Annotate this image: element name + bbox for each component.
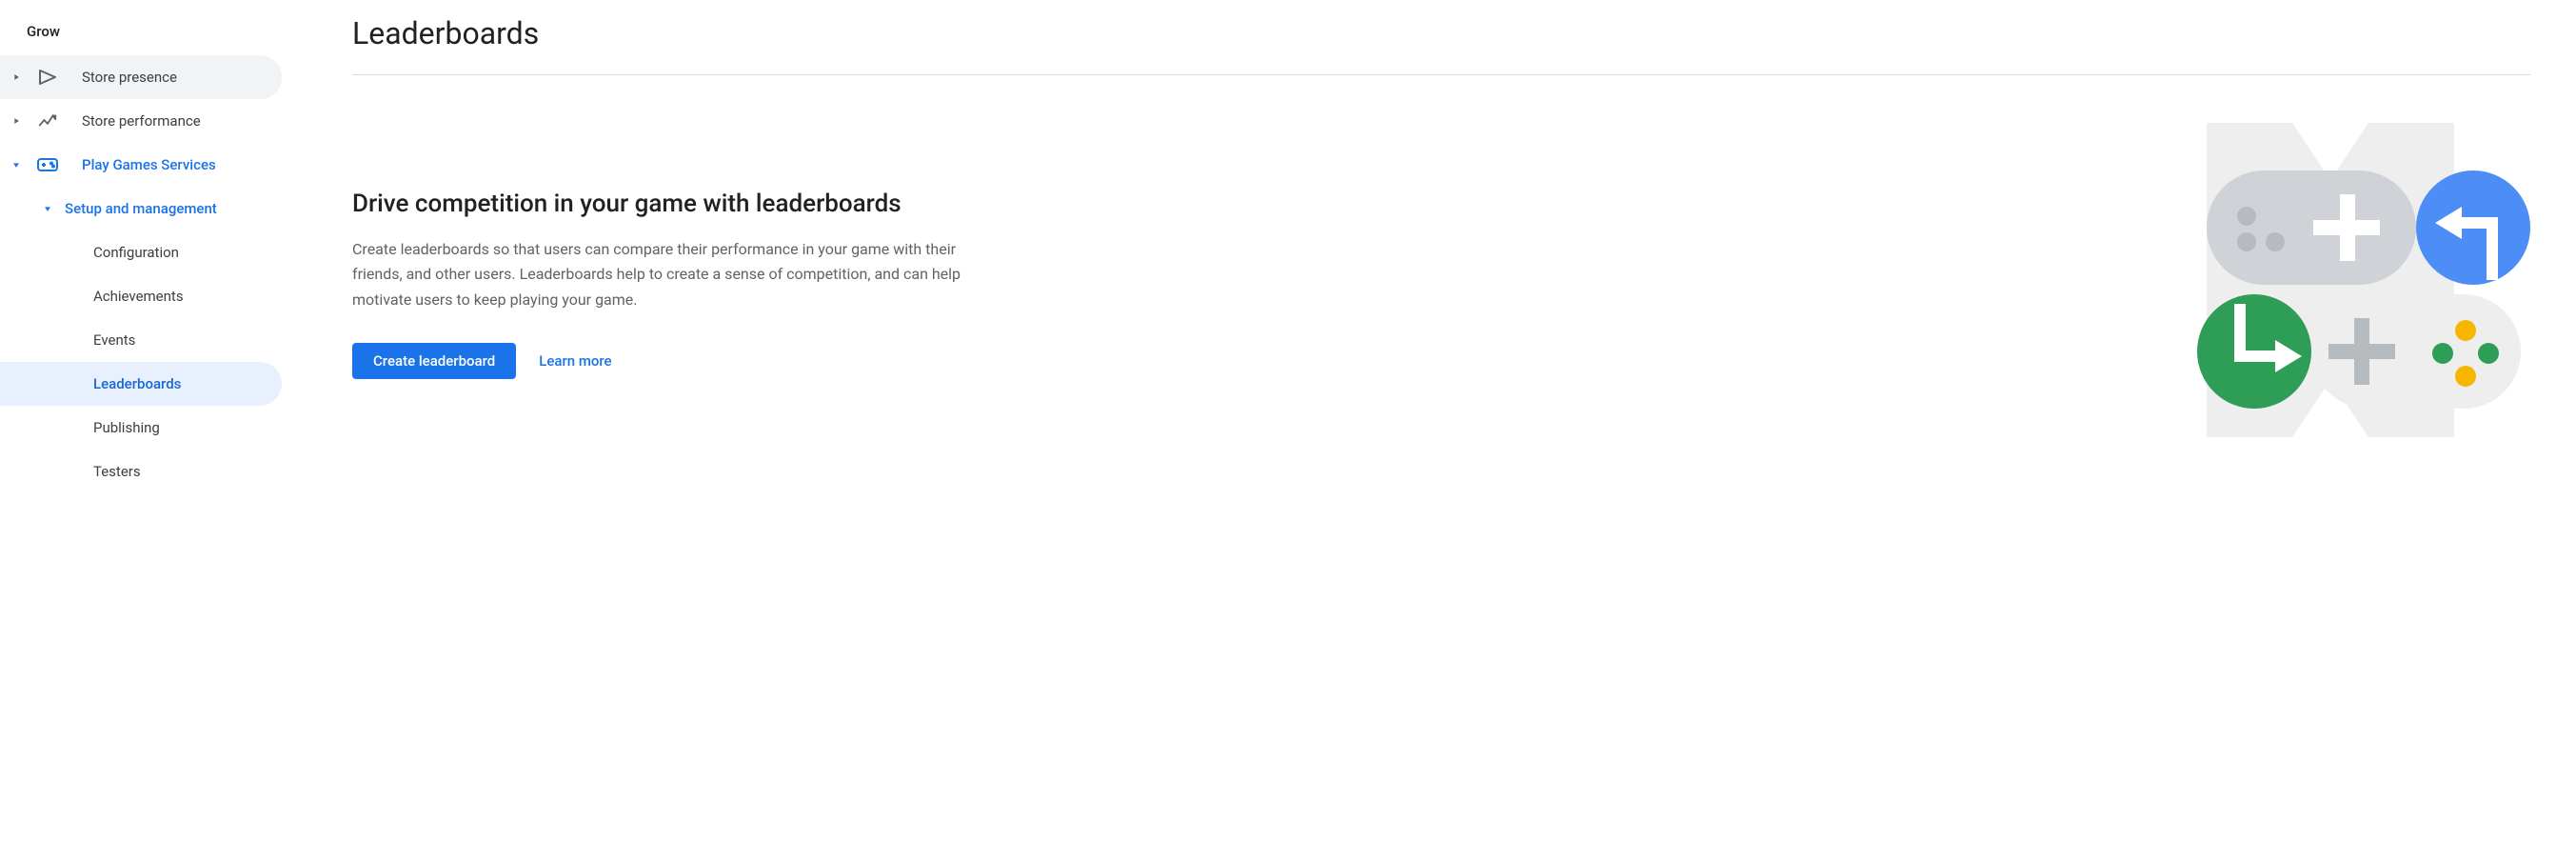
sidebar-item-configuration[interactable]: Configuration xyxy=(0,230,282,274)
sidebar: Grow Store presence Store performance Pl… xyxy=(0,0,286,493)
sidebar-item-label: Events xyxy=(93,331,135,349)
chevron-down-icon xyxy=(38,204,57,213)
sidebar-item-label: Publishing xyxy=(93,419,160,436)
content-body: Create leaderboards so that users can co… xyxy=(352,237,1000,312)
store-presence-icon xyxy=(36,66,59,89)
gamepad-icon xyxy=(36,153,59,176)
sidebar-item-leaderboards[interactable]: Leaderboards xyxy=(0,362,282,406)
sidebar-item-label: Achievements xyxy=(93,288,184,305)
content-heading: Drive competition in your game with lead… xyxy=(352,190,1000,218)
sidebar-item-store-performance[interactable]: Store performance xyxy=(0,99,282,143)
sidebar-item-label: Play Games Services xyxy=(82,156,216,173)
sidebar-item-store-presence[interactable]: Store presence xyxy=(0,55,282,99)
chevron-right-icon xyxy=(8,116,25,126)
performance-icon xyxy=(36,110,59,132)
sidebar-section-header: Grow xyxy=(0,15,286,55)
content-text: Drive competition in your game with lead… xyxy=(352,190,1000,379)
sidebar-item-achievements[interactable]: Achievements xyxy=(0,274,282,318)
sidebar-item-label: Configuration xyxy=(93,244,179,261)
sidebar-item-events[interactable]: Events xyxy=(0,318,282,362)
sidebar-item-label: Leaderboards xyxy=(93,375,181,392)
sidebar-item-label: Setup and management xyxy=(65,200,217,217)
chevron-down-icon xyxy=(8,160,25,170)
chevron-right-icon xyxy=(8,72,25,82)
page-title: Leaderboards xyxy=(352,15,2530,75)
sidebar-item-play-games-services[interactable]: Play Games Services xyxy=(0,143,282,187)
create-leaderboard-button[interactable]: Create leaderboard xyxy=(352,343,516,379)
leaderboards-illustration xyxy=(2188,113,2530,460)
main-content: Leaderboards Drive competition in your g… xyxy=(286,0,2576,493)
sidebar-item-label: Store presence xyxy=(82,69,177,86)
sidebar-item-label: Store performance xyxy=(82,112,201,130)
sidebar-item-publishing[interactable]: Publishing xyxy=(0,406,282,450)
sidebar-item-setup-management[interactable]: Setup and management xyxy=(0,187,282,230)
sidebar-item-label: Testers xyxy=(93,463,141,480)
sidebar-item-testers[interactable]: Testers xyxy=(0,450,282,493)
action-row: Create leaderboard Learn more xyxy=(352,343,1000,379)
learn-more-link[interactable]: Learn more xyxy=(539,352,611,370)
content-row: Drive competition in your game with lead… xyxy=(352,190,2530,460)
